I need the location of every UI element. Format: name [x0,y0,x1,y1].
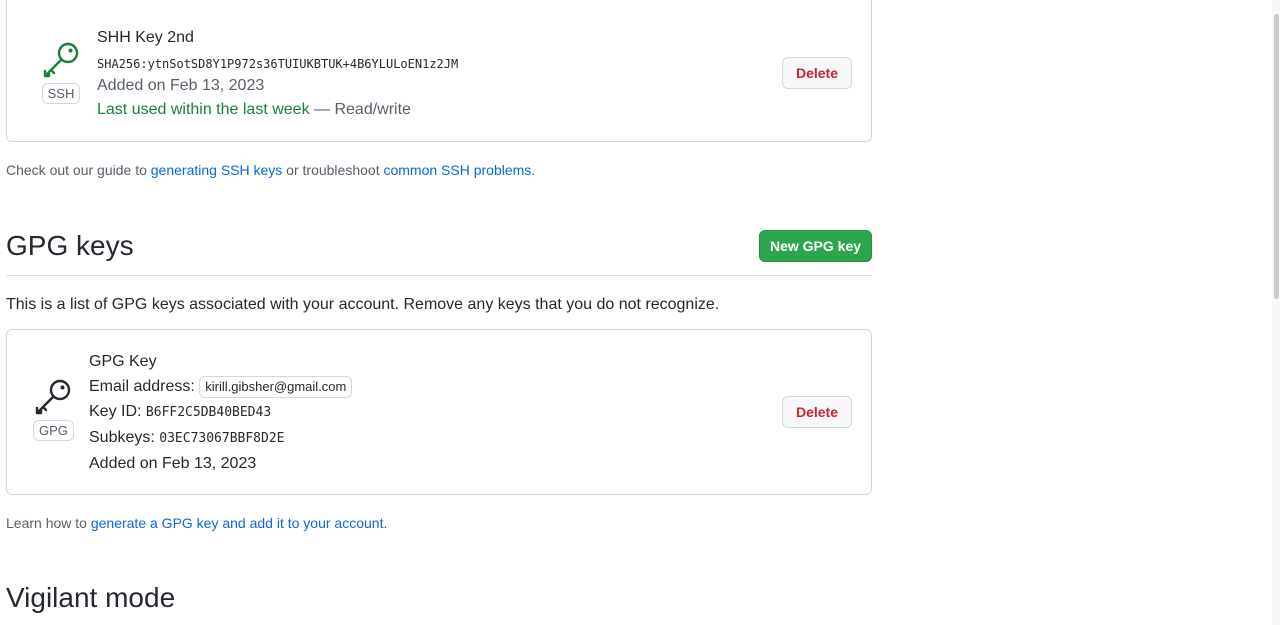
gpg-subkeys-row: Subkeys: 03EC73067BBF8D2E [89,429,285,447]
gpg-key-added: Added on Feb 13, 2023 [89,455,257,472]
new-gpg-key-button[interactable]: New GPG key [759,230,872,262]
ssh-key-title: SHH Key 2nd [97,29,194,46]
gpg-subkeys-label: Subkeys: [89,429,155,446]
gpg-email-row: Email address: kirill.gibsher@gmail.com [89,376,353,398]
gpg-help-text: Learn how to generate a GPG key and add … [6,515,387,531]
ssh-key-fingerprint: SHA256:ytnSotSD8Y1P972s36TUIUKBTUK+4B6YL… [97,57,459,71]
gpg-email-value: kirill.gibsher@gmail.com [199,376,353,398]
gpg-key-id-value: B6FF2C5DB40BED43 [145,405,272,420]
generating-ssh-keys-link[interactable]: generating SSH keys [151,162,283,178]
ssh-help-middle: or troubleshoot [282,162,384,178]
gpg-help-suffix: . [383,515,388,531]
gpg-key-id-row: Key ID: B6FF2C5DB40BED43 [89,403,271,421]
ssh-key-access: — Read/write [314,101,411,118]
gpg-intro-text: This is a list of GPG keys associated wi… [6,296,720,313]
scrollbar-thumb[interactable] [1274,14,1279,299]
generate-gpg-key-link[interactable]: generate a GPG key and add it to your ac… [91,515,384,531]
gpg-help-prefix: Learn how to [6,515,91,531]
page-scrollbar[interactable] [1272,0,1280,625]
gpg-key-card: GPG GPG Key Email address: kirill.gibshe… [6,329,872,495]
ssh-delete-button[interactable]: Delete [782,57,852,89]
gpg-key-title: GPG Key [89,353,157,370]
ssh-key-last-used: Last used within the last week [97,101,310,118]
gpg-delete-button[interactable]: Delete [782,396,852,428]
ssh-key-card: SSH SHH Key 2nd SHA256:ytnSotSD8Y1P972s3… [6,0,872,142]
ssh-help-prefix: Check out our guide to [6,162,151,178]
key-icon [43,42,79,78]
common-ssh-problems-link[interactable]: common SSH problems [383,162,531,178]
gpg-email-label: Email address: [89,378,195,396]
ssh-key-usage: Last used within the last week — Read/wr… [97,101,411,119]
ssh-help-text: Check out our guide to generating SSH ke… [6,162,535,178]
ssh-key-added: Added on Feb 13, 2023 [97,77,265,94]
gpg-badge: GPG [33,420,74,441]
gpg-subkeys-value: 03EC73067BBF8D2E [159,431,285,446]
page: SSH SHH Key 2nd SHA256:ytnSotSD8Y1P972s3… [0,0,1280,625]
ssh-help-suffix: . [531,162,536,178]
ssh-badge: SSH [41,83,81,104]
gpg-section-divider [6,275,872,276]
gpg-section-title: GPG keys [6,230,134,261]
ssh-key-icon-group: SSH [41,41,81,104]
gpg-key-id-label: Key ID: [89,403,142,420]
key-icon [35,379,71,415]
gpg-key-icon-group: GPG [33,378,74,441]
vigilant-mode-title: Vigilant mode [6,582,176,613]
